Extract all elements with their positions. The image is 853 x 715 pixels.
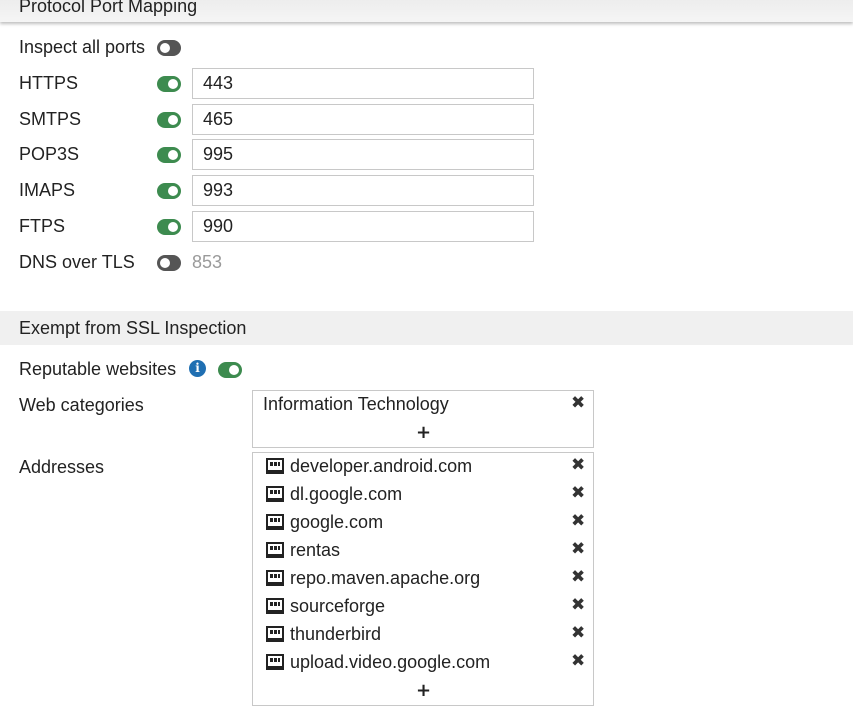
smtps-port-input[interactable]: 465 xyxy=(192,104,534,135)
list-item: rentas ✖ xyxy=(253,537,593,565)
remove-icon[interactable]: ✖ xyxy=(571,623,585,643)
list-item: upload.video.google.com ✖ xyxy=(253,649,593,677)
https-port-input[interactable]: 443 xyxy=(192,68,534,99)
pop3s-toggle[interactable] xyxy=(157,147,181,163)
remove-icon[interactable]: ✖ xyxy=(571,567,585,587)
address-name: repo.maven.apache.org xyxy=(290,568,481,588)
list-item: developer.android.com ✖ xyxy=(253,453,593,481)
address-name: upload.video.google.com xyxy=(290,652,491,672)
pop3s-port-input[interactable]: 995 xyxy=(192,139,534,170)
address-object-icon xyxy=(266,486,284,502)
address-name: developer.android.com xyxy=(290,456,473,476)
info-icon[interactable]: i xyxy=(189,360,206,377)
dns-over-tls-toggle[interactable] xyxy=(157,255,181,271)
address-object-icon xyxy=(266,458,284,474)
list-item: Information Technology ✖ xyxy=(253,391,593,419)
inspect-all-ports-label: Inspect all ports xyxy=(19,37,146,57)
address-object-icon xyxy=(266,598,284,614)
reputable-websites-label: Reputable websites xyxy=(19,359,177,379)
remove-icon[interactable]: ✖ xyxy=(571,511,585,531)
ftps-toggle[interactable] xyxy=(157,219,181,235)
protocol-port-mapping-title: Protocol Port Mapping xyxy=(19,0,198,16)
remove-icon[interactable]: ✖ xyxy=(571,455,585,475)
address-object-icon xyxy=(266,570,284,586)
address-object-icon xyxy=(266,654,284,670)
remove-icon[interactable]: ✖ xyxy=(571,483,585,503)
addresses-box: developer.android.com ✖ dl.google.com ✖ goog… xyxy=(252,452,594,706)
port-label-imaps: IMAPS xyxy=(19,180,76,200)
add-category-button[interactable]: + xyxy=(416,422,431,443)
list-item: google.com ✖ xyxy=(253,509,593,537)
web-categories-label: Web categories xyxy=(19,395,144,415)
address-object-icon xyxy=(266,542,284,558)
remove-icon[interactable]: ✖ xyxy=(571,393,585,413)
port-label-pop3s: POP3S xyxy=(19,144,80,164)
imaps-toggle[interactable] xyxy=(157,183,181,199)
port-label-smtps: SMTPS xyxy=(19,109,82,129)
inspect-all-ports-toggle[interactable] xyxy=(157,40,181,56)
exempt-section-title: Exempt from SSL Inspection xyxy=(19,318,247,338)
ftps-port-input[interactable]: 990 xyxy=(192,211,534,242)
dns-over-tls-port-value: 853 xyxy=(192,252,223,272)
remove-icon[interactable]: ✖ xyxy=(571,595,585,615)
address-name: google.com xyxy=(290,512,384,532)
remove-icon[interactable]: ✖ xyxy=(571,539,585,559)
address-name: dl.google.com xyxy=(290,484,403,504)
port-label-dns-over-tls: DNS over TLS xyxy=(19,252,135,272)
list-item: dl.google.com ✖ xyxy=(253,481,593,509)
address-name: rentas xyxy=(290,540,341,560)
remove-icon[interactable]: ✖ xyxy=(571,651,585,671)
web-categories-box: Information Technology ✖ + xyxy=(252,390,594,448)
address-object-icon xyxy=(266,626,284,642)
list-item: repo.maven.apache.org ✖ xyxy=(253,565,593,593)
port-label-https: HTTPS xyxy=(19,73,79,93)
address-name: thunderbird xyxy=(290,624,382,644)
smtps-toggle[interactable] xyxy=(157,112,181,128)
list-item: thunderbird ✖ xyxy=(253,621,593,649)
imaps-port-input[interactable]: 993 xyxy=(192,175,534,206)
category-label: Information Technology xyxy=(263,394,449,414)
addresses-label: Addresses xyxy=(19,457,105,477)
reputable-websites-toggle[interactable] xyxy=(218,362,242,378)
add-address-button[interactable]: + xyxy=(416,680,431,701)
list-item: sourceforge ✖ xyxy=(253,593,593,621)
address-name: sourceforge xyxy=(290,596,386,616)
port-label-ftps: FTPS xyxy=(19,216,66,236)
address-object-icon xyxy=(266,514,284,530)
https-toggle[interactable] xyxy=(157,76,181,92)
